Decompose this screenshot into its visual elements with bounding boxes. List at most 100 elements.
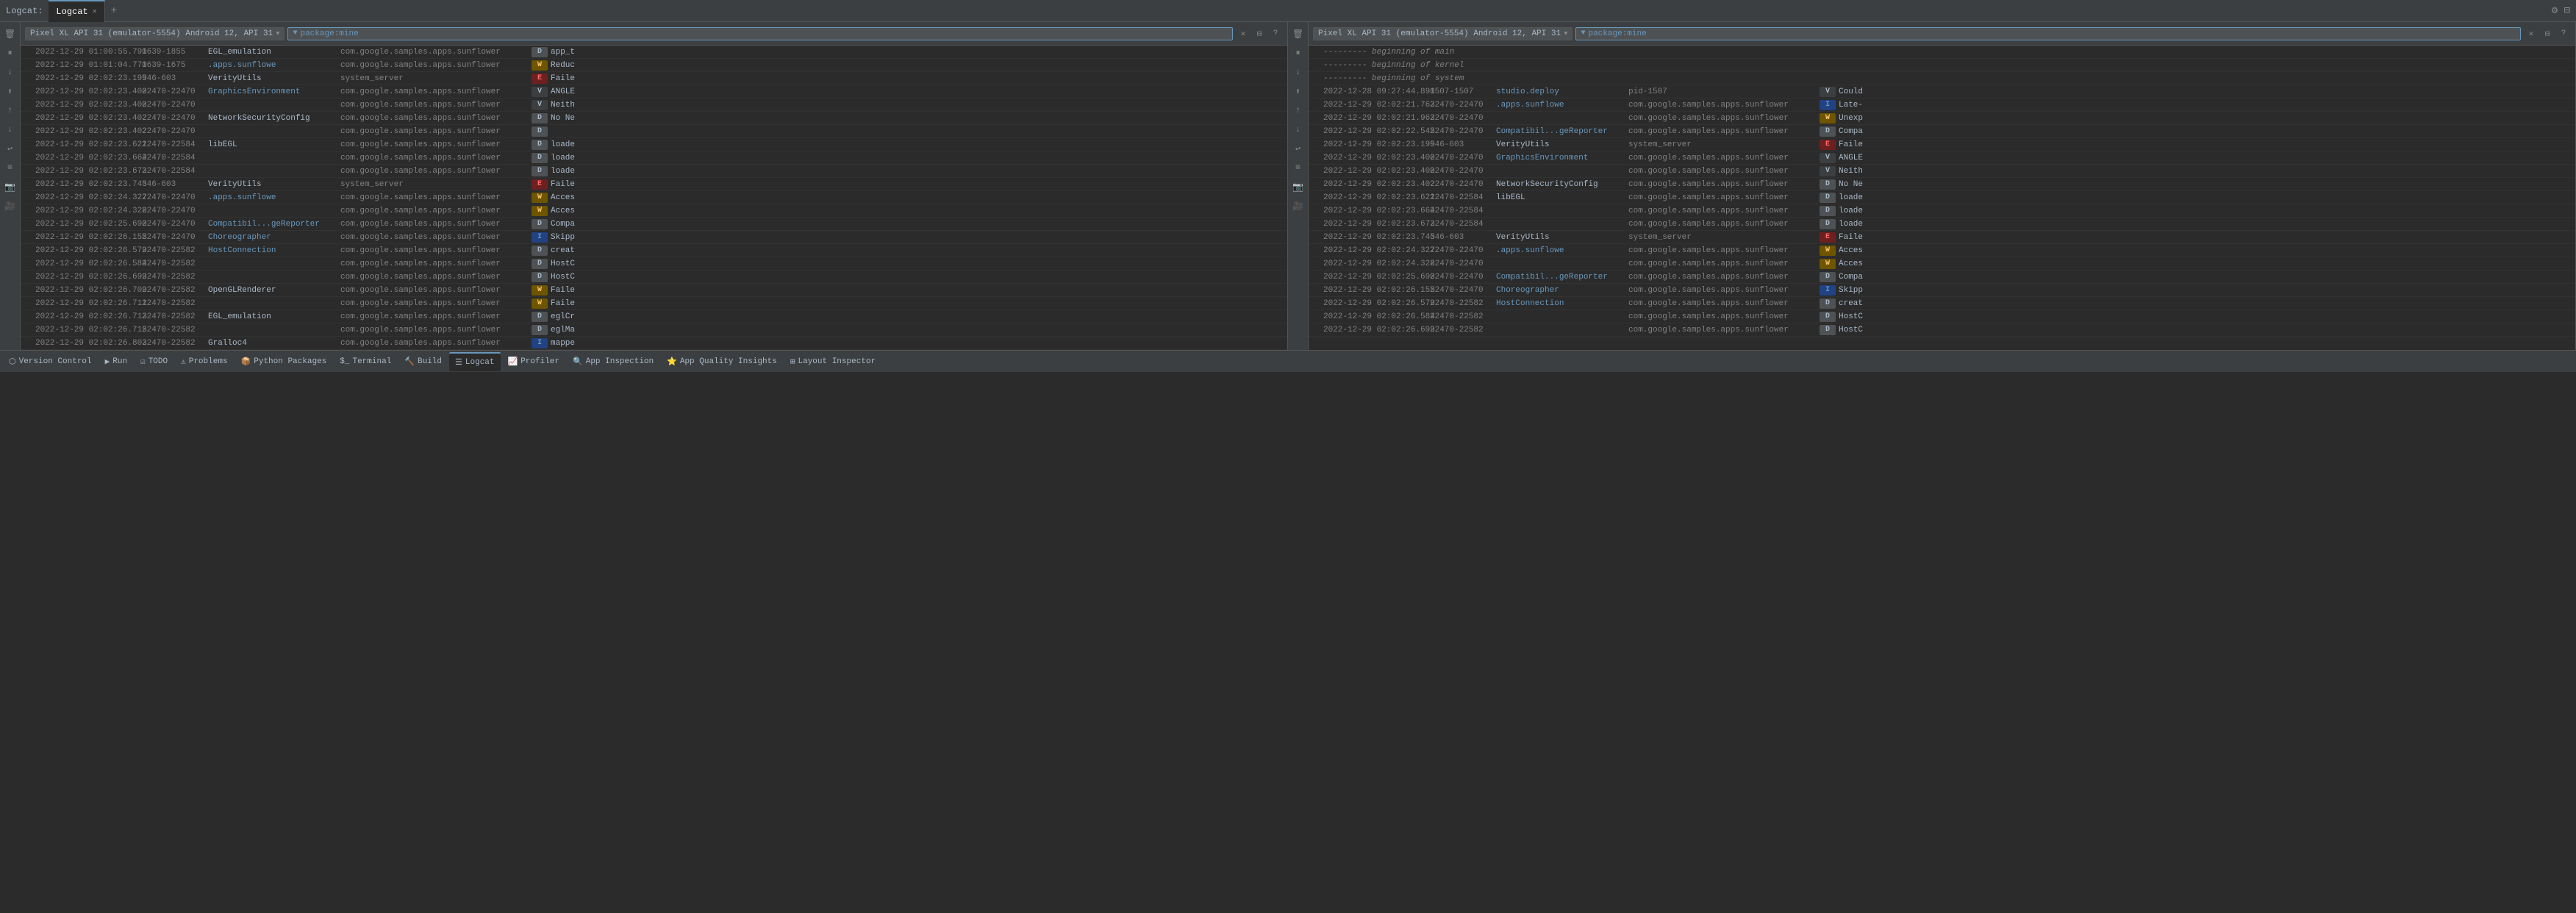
table-row[interactable]: 2022-12-28 09:27:44.890 1507-1507 studio…	[1309, 85, 2575, 99]
down-icon[interactable]: ↓	[1, 121, 19, 138]
wrap-icon[interactable]: ↩	[1, 140, 19, 157]
right-clear-icon[interactable]: 🗑	[1289, 25, 1307, 43]
right-video-icon[interactable]: 🎥	[1289, 197, 1307, 215]
bottom-tool-problems[interactable]: ⚠Problems	[175, 352, 233, 371]
right-down-icon[interactable]: ↓	[1289, 121, 1307, 138]
table-row[interactable]: 2022-12-29 02:02:23.621 22470-22584 libE…	[21, 138, 1287, 151]
table-row[interactable]: 2022-12-29 02:02:26.715 22470-22582 com.…	[21, 323, 1287, 337]
table-row[interactable]: 2022-12-29 02:02:24.328 22470-22470 com.…	[21, 204, 1287, 218]
screenshot-icon[interactable]: 📷	[1, 178, 19, 196]
table-row[interactable]: --------- beginning of kernel	[1309, 59, 2575, 72]
left-panel-split-btn[interactable]: ⊟	[1252, 26, 1267, 41]
table-row[interactable]: 2022-12-29 02:02:23.743 546-603 VerityUt…	[1309, 231, 2575, 244]
table-row[interactable]: 2022-12-29 02:02:23.400 22470-22470 com.…	[1309, 165, 2575, 178]
left-filter-bar[interactable]: ▼ package:mine	[287, 27, 1233, 40]
table-row[interactable]: 2022-12-29 01:01:04.770 1639-1675 .apps.…	[21, 59, 1287, 72]
right-device-label: Pixel XL API 31 (emulator-5554) Android …	[1318, 29, 1561, 38]
right-filter-icon[interactable]: ≡	[1289, 159, 1307, 176]
table-row[interactable]: 2022-12-29 02:02:26.709 22470-22582 Open…	[21, 284, 1287, 297]
table-row[interactable]: 2022-12-29 02:02:26.155 22470-22470 Chor…	[21, 231, 1287, 244]
tab-close-icon[interactable]: ✕	[93, 7, 97, 16]
pause-icon[interactable]: ⏸	[1, 44, 19, 62]
table-row[interactable]: 2022-12-29 02:02:26.713 22470-22582 EGL_…	[21, 310, 1287, 323]
video-icon[interactable]: 🎥	[1, 197, 19, 215]
table-row[interactable]: 2022-12-29 02:02:21.963 22470-22470 com.…	[1309, 112, 2575, 125]
table-row[interactable]: 2022-12-29 02:02:24.327 22470-22470 .app…	[21, 191, 1287, 204]
left-device-selector[interactable]: Pixel XL API 31 (emulator-5554) Android …	[25, 27, 285, 40]
table-row[interactable]: 2022-12-29 02:02:23.402 22470-22470 com.…	[21, 125, 1287, 138]
table-row[interactable]: 2022-12-29 02:02:26.584 22470-22582 com.…	[21, 257, 1287, 271]
bottom-tool-python-packages[interactable]: 📦Python Packages	[235, 352, 333, 371]
table-row[interactable]: --------- beginning of main	[1309, 46, 2575, 59]
bottom-tool-app-inspection[interactable]: 🔍App Inspection	[567, 352, 659, 371]
table-row[interactable]: 2022-12-29 02:02:26.579 22470-22582 Host…	[21, 244, 1287, 257]
table-row[interactable]: 2022-12-29 02:02:24.327 22470-22470 .app…	[1309, 244, 2575, 257]
filter-icon[interactable]: ≡	[1, 159, 19, 176]
bottom-tool-app-quality[interactable]: ⭐App Quality Insights	[661, 352, 783, 371]
table-row[interactable]: 2022-12-29 02:02:26.155 22470-22470 Chor…	[1309, 284, 2575, 297]
up-icon[interactable]: ↑	[1, 101, 19, 119]
log-timestamp: 2022-12-29 02:02:26.711	[35, 299, 142, 308]
table-row[interactable]: 2022-12-29 02:02:23.199 546-603 VerityUt…	[21, 72, 1287, 85]
tab-logcat[interactable]: Logcat ✕	[49, 0, 104, 22]
table-row[interactable]: 2022-12-29 02:02:23.664 22470-22584 com.…	[1309, 204, 2575, 218]
table-row[interactable]: 2022-12-29 02:02:21.763 22470-22470 .app…	[1309, 99, 2575, 112]
bottom-tool-todo[interactable]: ☑TODO	[135, 352, 173, 371]
table-row[interactable]: 2022-12-29 02:02:23.400 22470-22470 Grap…	[21, 85, 1287, 99]
bottom-tool-profiler[interactable]: 📈Profiler	[502, 352, 566, 371]
log-timestamp: 2022-12-29 02:02:23.621	[35, 140, 142, 149]
table-row[interactable]: 2022-12-29 02:02:23.400 22470-22470 com.…	[21, 99, 1287, 112]
table-row[interactable]: 2022-12-29 02:02:22.545 22470-22470 Comp…	[1309, 125, 2575, 138]
table-row[interactable]: 2022-12-29 02:02:25.690 22470-22470 Comp…	[1309, 271, 2575, 284]
bottom-tool-run[interactable]: ▶Run	[99, 352, 133, 371]
settings-icon[interactable]: ⚙ ⊟	[2552, 4, 2570, 17]
tab-add-button[interactable]: +	[105, 5, 123, 17]
right-panel-toolbar: Pixel XL API 31 (emulator-5554) Android …	[1309, 22, 2575, 46]
right-up-icon[interactable]: ↑	[1289, 101, 1307, 119]
table-row[interactable]: 2022-12-29 02:02:26.584 22470-22582 com.…	[1309, 310, 2575, 323]
bottom-tool-terminal[interactable]: $_Terminal	[334, 352, 397, 371]
right-log-content[interactable]: --------- beginning of main --------- be…	[1309, 46, 2575, 350]
table-row[interactable]: 2022-12-29 02:02:23.673 22470-22584 com.…	[1309, 218, 2575, 231]
table-row[interactable]: 2022-12-29 02:02:26.699 22470-22582 com.…	[21, 271, 1287, 284]
table-row[interactable]: 2022-12-29 02:02:23.743 546-603 VerityUt…	[21, 178, 1287, 191]
clear-icon[interactable]: 🗑	[1, 25, 19, 43]
table-row[interactable]: 2022-12-29 02:02:26.579 22470-22582 Host…	[1309, 297, 2575, 310]
right-screenshot-icon[interactable]: 📷	[1289, 178, 1307, 196]
bottom-tool-layout-inspector[interactable]: ⊞Layout Inspector	[784, 352, 881, 371]
bottom-tool-version-control[interactable]: ⬡Version Control	[3, 352, 98, 371]
table-row[interactable]: 2022-12-29 02:02:26.711 22470-22582 com.…	[21, 297, 1287, 310]
right-device-selector[interactable]: Pixel XL API 31 (emulator-5554) Android …	[1313, 27, 1573, 40]
left-log-content[interactable]: 2022-12-29 01:00:55.790 1639-1855 EGL_em…	[21, 46, 1287, 350]
right-scroll-end-icon[interactable]: ↓	[1289, 63, 1307, 81]
right-wrap-icon[interactable]: ↩	[1289, 140, 1307, 157]
panels-container: Pixel XL API 31 (emulator-5554) Android …	[21, 22, 2576, 350]
table-row[interactable]: 2022-12-29 02:02:25.690 22470-22470 Comp…	[21, 218, 1287, 231]
table-row[interactable]: 2022-12-29 02:02:24.328 22470-22470 com.…	[1309, 257, 2575, 271]
bottom-tool-logcat[interactable]: ☰Logcat	[449, 352, 500, 371]
table-row[interactable]: 2022-12-29 02:02:23.664 22470-22584 com.…	[21, 151, 1287, 165]
table-row[interactable]: 2022-12-29 01:00:55.790 1639-1855 EGL_em…	[21, 46, 1287, 59]
table-row[interactable]: --------- beginning of system	[1309, 72, 2575, 85]
table-row[interactable]: 2022-12-29 02:02:26.699 22470-22582 com.…	[1309, 323, 2575, 337]
table-row[interactable]: 2022-12-29 02:02:23.621 22470-22584 libE…	[1309, 191, 2575, 204]
left-panel-close-btn[interactable]: ✕	[1236, 26, 1251, 41]
bottom-tool-build[interactable]: 🔨Build	[398, 352, 448, 371]
right-import-icon[interactable]: ⬆	[1289, 82, 1307, 100]
log-package: com.google.samples.apps.sunflower	[1628, 273, 1820, 282]
log-timestamp: 2022-12-29 02:02:26.584	[1323, 312, 1430, 321]
right-filter-bar[interactable]: ▼ package:mine	[1575, 27, 2521, 40]
table-row[interactable]: 2022-12-29 02:02:23.400 22470-22470 Grap…	[1309, 151, 2575, 165]
table-row[interactable]: 2022-12-29 02:02:26.803 22470-22582 Gral…	[21, 337, 1287, 350]
right-pause-icon[interactable]: ⏸	[1289, 44, 1307, 62]
left-panel-help-btn[interactable]: ?	[1268, 26, 1283, 41]
right-panel-close-btn[interactable]: ✕	[2524, 26, 2539, 41]
table-row[interactable]: 2022-12-29 02:02:23.673 22470-22584 com.…	[21, 165, 1287, 178]
import-icon[interactable]: ⬆	[1, 82, 19, 100]
table-row[interactable]: 2022-12-29 02:02:23.402 22470-22470 Netw…	[1309, 178, 2575, 191]
scroll-end-icon[interactable]: ↓	[1, 63, 19, 81]
table-row[interactable]: 2022-12-29 02:02:23.199 546-603 VerityUt…	[1309, 138, 2575, 151]
right-panel-help-btn[interactable]: ?	[2556, 26, 2571, 41]
right-panel-split-btn[interactable]: ⊟	[2540, 26, 2555, 41]
table-row[interactable]: 2022-12-29 02:02:23.402 22470-22470 Netw…	[21, 112, 1287, 125]
